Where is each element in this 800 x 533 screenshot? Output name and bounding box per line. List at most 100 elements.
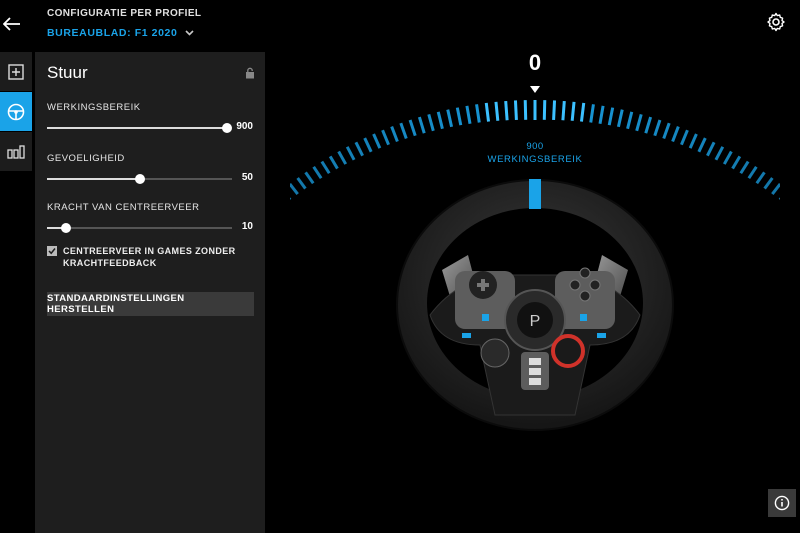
dial-tick: [381, 129, 390, 146]
slider-track: [47, 227, 232, 229]
dial-tick: [722, 150, 733, 165]
slider-value: 900: [236, 121, 253, 132]
dial-tick: [372, 133, 382, 149]
slider-thumb[interactable]: [222, 123, 232, 133]
dial-tick: [697, 137, 707, 153]
range-value: 900: [526, 141, 544, 152]
dial-tick: [354, 141, 364, 157]
centering-spring-checkbox[interactable]: [47, 246, 57, 256]
dial-tick: [714, 146, 725, 161]
dial-tick: [296, 177, 307, 190]
dial-tick: [626, 111, 634, 130]
info-button[interactable]: [768, 489, 796, 517]
profile-selector-label: BUREAUBLAD: F1 2020: [47, 27, 178, 39]
dial-tick: [304, 171, 315, 185]
dial-tick: [731, 155, 742, 170]
slider-thumb[interactable]: [60, 223, 71, 233]
dial-tick: [589, 104, 595, 123]
setting-centering-spring: KRACHT VAN CENTREERVEER 10: [47, 202, 253, 235]
setting-label: GEVOELIGHEID: [47, 153, 125, 164]
gear-icon: [767, 12, 785, 32]
dial-tick: [494, 101, 500, 121]
angle-readout: 0: [528, 50, 542, 75]
dial-tick: [312, 166, 323, 179]
steering-wheel-image: P: [396, 179, 674, 431]
checkmark-icon: [48, 248, 56, 255]
setting-sensitivity: GEVOELIGHEID 50: [47, 153, 253, 186]
dial-tick: [653, 119, 662, 137]
dial-tick: [455, 107, 463, 126]
dial-tick: [579, 102, 586, 122]
dial-tick: [706, 141, 716, 157]
dial-tick: [552, 100, 557, 120]
reset-defaults-button[interactable]: STANDAARDINSTELLINGEN HERSTELLEN: [47, 292, 254, 316]
dial-tick: [465, 105, 472, 124]
steering-wheel-icon: [7, 103, 25, 120]
dial-tick: [680, 129, 689, 146]
section-label: CONFIGURATIE PER PROFIEL: [47, 8, 202, 19]
dial-tick: [771, 183, 780, 195]
dial-tick: [363, 137, 373, 153]
dial-tick: [513, 100, 518, 120]
dial-tick: [390, 126, 399, 143]
chevron-down-icon: [185, 30, 195, 36]
range-label: WERKINGSBEREIK: [487, 154, 583, 165]
dial-tick: [561, 100, 566, 121]
plus-square-icon: [8, 63, 24, 80]
checkbox-label: CENTREERVEER IN GAMES ZONDER KRACHTFEEDB…: [63, 246, 236, 268]
settings-button[interactable]: [766, 12, 786, 32]
dial-tick: [671, 126, 680, 143]
info-icon: [774, 495, 790, 511]
panel-title: Stuur: [47, 63, 88, 82]
slider-fill: [47, 178, 140, 180]
dial-tick: [644, 116, 653, 134]
rail-item-pedals[interactable]: [0, 132, 32, 172]
back-button[interactable]: [0, 8, 24, 40]
slider-fill: [47, 127, 227, 129]
dial-tick: [662, 122, 671, 140]
dial-tick: [436, 111, 444, 130]
sensitivity-slider[interactable]: 50: [47, 172, 253, 186]
dial-tick: [320, 160, 331, 175]
dial-tick: [484, 102, 491, 122]
rail-item-add[interactable]: [0, 52, 32, 92]
dial-tick: [755, 171, 766, 185]
lock-icon[interactable]: [245, 67, 255, 79]
dial-tick: [417, 116, 426, 134]
arrow-left-icon: [3, 17, 20, 31]
dial-tick: [504, 100, 509, 121]
dial-tick: [739, 160, 750, 175]
dial-tick: [635, 113, 643, 132]
dial-tick: [328, 155, 339, 170]
dial-tick: [747, 166, 758, 179]
slider-thumb[interactable]: [134, 174, 145, 184]
dial-tick: [345, 146, 356, 161]
centering-spring-checkbox-row[interactable]: CENTREERVEER IN GAMES ZONDER KRACHTFEEDB…: [47, 245, 253, 269]
side-rail: [0, 52, 32, 172]
dial-tick: [570, 101, 576, 121]
setting-label: KRACHT VAN CENTREERVEER: [47, 202, 200, 213]
dial-tick: [475, 104, 481, 123]
setting-label: WERKINGSBEREIK: [47, 102, 141, 113]
dial-tick: [607, 107, 615, 126]
dial-tick: [408, 119, 417, 137]
dial-tick: [427, 113, 435, 132]
dial-tick: [763, 177, 774, 190]
operating-range-slider[interactable]: 900: [47, 121, 253, 135]
dial-tick: [598, 105, 605, 124]
dial-tick: [337, 150, 348, 165]
steering-settings-panel: Stuur WERKINGSBEREIK 900 GEVOELIGHEID 50…: [35, 52, 265, 533]
rail-item-steering[interactable]: [0, 92, 32, 132]
dial-tick: [688, 133, 698, 149]
centering-spring-slider[interactable]: 10: [47, 221, 253, 235]
dial-tick: [446, 109, 454, 128]
svg-text:P: P: [530, 313, 541, 330]
dial-tick: [290, 183, 299, 195]
header: CONFIGURATIE PER PROFIEL BUREAUBLAD: F1 …: [47, 8, 201, 39]
pedals-icon: [7, 144, 25, 159]
dial-tick: [399, 122, 408, 140]
slider-value: 50: [241, 172, 253, 183]
slider-value: 10: [241, 221, 253, 232]
profile-selector[interactable]: BUREAUBLAD: F1 2020: [47, 27, 201, 39]
setting-operating-range: WERKINGSBEREIK 900: [47, 102, 253, 135]
